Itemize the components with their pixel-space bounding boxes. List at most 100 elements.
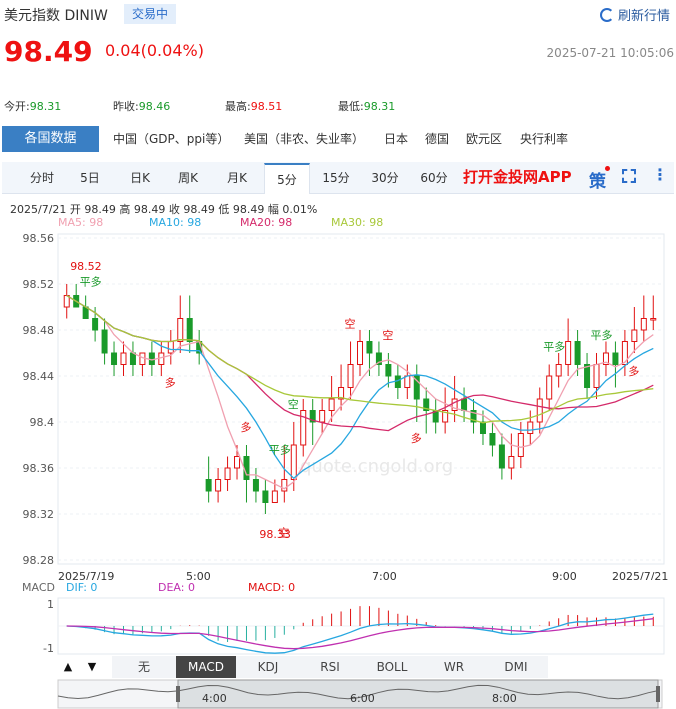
dif-label: DIF: 0: [66, 581, 97, 594]
indicator-wr[interactable]: WR: [424, 656, 484, 678]
candle-body: [167, 341, 174, 354]
candle-body: [366, 341, 373, 354]
candle-body: [158, 352, 165, 365]
indicator-dmi[interactable]: DMI: [486, 656, 546, 678]
indicator-none[interactable]: 无: [114, 656, 174, 678]
candle-body: [640, 318, 647, 331]
more-menu-icon[interactable]: ⋮: [652, 165, 668, 184]
candle-body: [120, 352, 127, 365]
tab-30min[interactable]: 30分: [363, 163, 407, 194]
macd-chart: MACD DIF: 0 DEA: 0 MACD: 0 1 -1: [22, 581, 665, 655]
y-tick-label: 98.4: [30, 416, 55, 429]
scroll-down-button[interactable]: ▼: [82, 656, 102, 678]
y-tick-label: 98.28: [23, 554, 55, 567]
y-tick-label: 98.52: [23, 278, 55, 291]
candle-body: [252, 479, 259, 492]
tab-daily[interactable]: 日K: [118, 163, 162, 194]
signal-annotation: 平多: [80, 275, 102, 289]
candle-body: [234, 456, 241, 469]
candle-body: [461, 398, 468, 411]
tab-60min[interactable]: 60分: [412, 163, 456, 194]
candle-body: [243, 456, 250, 480]
navigator-right-handle: [656, 686, 660, 702]
macd-y-tick: -1: [43, 642, 54, 655]
indicator-boll[interactable]: BOLL: [362, 656, 422, 678]
tab-15min[interactable]: 15分: [314, 163, 358, 194]
candle-body: [215, 479, 222, 492]
candle-body: [574, 341, 581, 365]
scroll-up-button[interactable]: ▲: [58, 656, 78, 678]
nav-item-germany[interactable]: 德国: [425, 126, 449, 152]
indicator-macd[interactable]: MACD: [176, 656, 236, 678]
candle-body: [271, 490, 278, 503]
signal-annotation: 多: [165, 376, 176, 390]
signal-annotation: 平多: [269, 443, 291, 457]
tab-timeshare[interactable]: 分时: [18, 163, 66, 194]
last-price: 98.49: [4, 35, 93, 68]
candle-info-line: 2025/7/21 开 98.49 高 98.49 收 98.49 低 98.4…: [10, 203, 318, 216]
tab-weekly[interactable]: 周K: [166, 163, 210, 194]
stat-low: 最低:98.31: [338, 100, 396, 113]
stat-open: 今开:98.31: [4, 100, 62, 113]
candle-body: [555, 364, 562, 377]
candlestick-chart[interactable]: 98.56 98.52 98.48 98.44 98.4 98.36 98.32 98.28 q…: [0, 228, 676, 580]
candle-body: [262, 490, 269, 503]
instrument-name: 美元指数 DINIW: [4, 8, 108, 24]
y-tick-label: 98.32: [23, 508, 55, 521]
candle-body: [593, 364, 600, 388]
candle-body: [527, 421, 534, 434]
nav-country-data[interactable]: 各国数据: [2, 126, 99, 152]
candle-body: [290, 444, 297, 480]
open-app-link[interactable]: 打开金投网APP: [463, 166, 572, 187]
y-tick-label: 98.36: [23, 462, 55, 475]
candle-body: [584, 364, 591, 388]
signal-annotation: 多: [411, 431, 422, 445]
candle-body: [508, 456, 515, 469]
quote-datetime: 2025-07-21 10:05:06: [546, 46, 674, 60]
stat-high: 最高:98.51: [225, 100, 283, 113]
nav-item-china[interactable]: 中国（GDP、ppi等）: [113, 126, 229, 152]
candle-body: [479, 421, 486, 434]
y-tick-label: 98.44: [23, 370, 55, 383]
fullscreen-icon[interactable]: [622, 169, 636, 183]
macd-y-tick: 1: [47, 598, 54, 611]
macd-value-label: MACD: 0: [248, 581, 295, 594]
signal-annotation: 平多: [591, 328, 613, 342]
candle-body: [328, 398, 335, 411]
signal-annotation: 空: [288, 397, 299, 411]
signal-annotation: 多: [628, 364, 639, 378]
candle-body: [394, 375, 401, 388]
range-navigator[interactable]: 4:00 6:00 8:00: [0, 678, 676, 709]
macd-label: MACD: [22, 581, 55, 594]
candle-body: [357, 341, 363, 365]
candle-body: [489, 433, 496, 446]
candle-body: [404, 375, 411, 388]
indicator-kdj[interactable]: KDJ: [238, 656, 298, 678]
signal-annotation: 多: [240, 420, 251, 434]
trading-status-badge: 交易中: [124, 4, 176, 24]
navigator-time-label: 6:00: [350, 692, 375, 705]
candle-body: [101, 329, 108, 354]
candle-body: [186, 318, 193, 342]
candle-body: [385, 364, 392, 377]
tab-5min[interactable]: 5分: [264, 163, 310, 194]
nav-item-usa[interactable]: 美国（非农、失业率）: [244, 126, 364, 152]
refresh-button[interactable]: 刷新行情: [599, 5, 670, 24]
dea-label: DEA: 0: [158, 581, 195, 594]
candle-body: [224, 467, 231, 480]
candle-body: [612, 352, 619, 365]
nav-item-eurozone[interactable]: 欧元区: [466, 126, 502, 152]
strategy-button[interactable]: 策: [589, 167, 606, 192]
tab-monthly[interactable]: 月K: [215, 163, 259, 194]
nav-item-central-bank[interactable]: 央行利率: [520, 126, 568, 152]
candle-body: [631, 329, 638, 342]
nav-item-japan[interactable]: 日本: [384, 126, 408, 152]
candle-body: [565, 341, 572, 365]
tab-5day[interactable]: 5日: [68, 163, 112, 194]
candle-body: [111, 352, 118, 365]
candle-body: [347, 364, 354, 388]
candle-body: [517, 433, 524, 457]
navigator-time-label: 8:00: [492, 692, 517, 705]
watermark: quote.cngold.org: [300, 456, 453, 477]
indicator-rsi[interactable]: RSI: [300, 656, 360, 678]
